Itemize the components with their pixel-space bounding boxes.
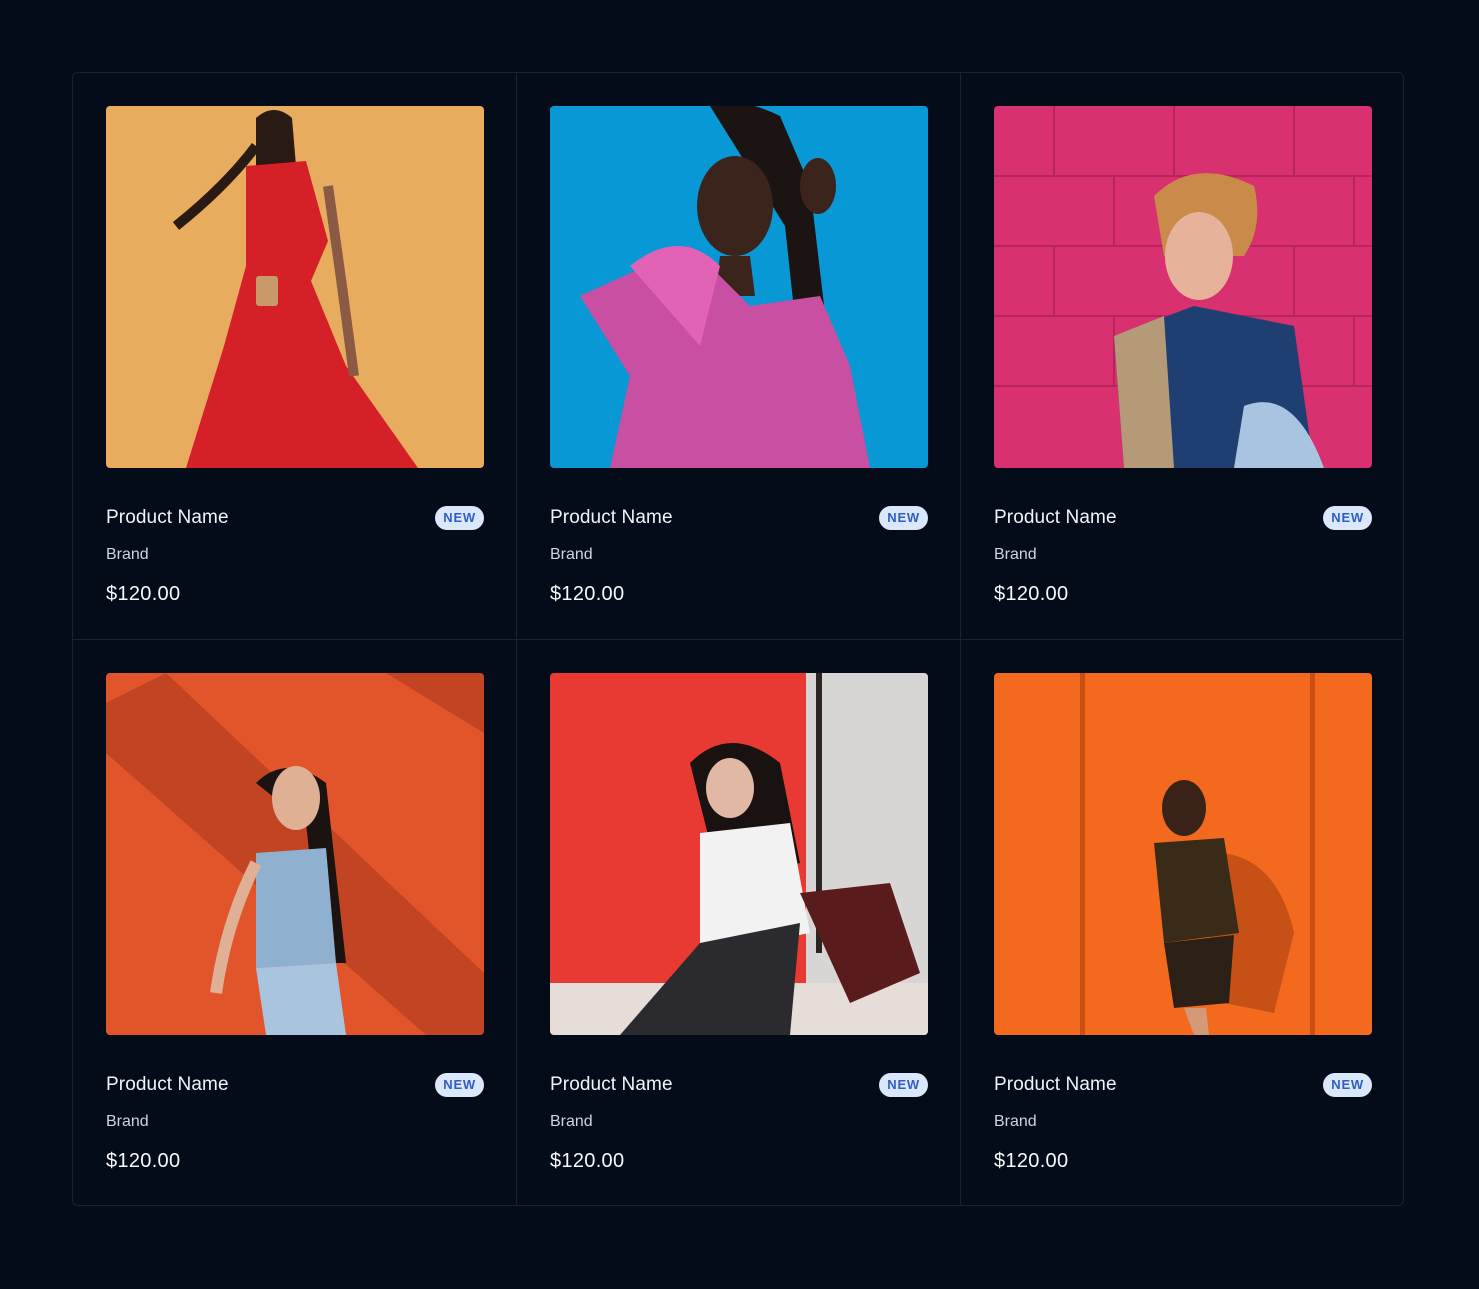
product-brand: Brand xyxy=(106,1113,149,1130)
product-name[interactable]: Product Name xyxy=(106,1074,229,1096)
new-badge: NEW xyxy=(879,506,928,530)
product-image[interactable] xyxy=(550,673,928,1035)
product-brand: Brand xyxy=(994,1113,1037,1130)
product-name[interactable]: Product Name xyxy=(994,507,1117,529)
new-badge: NEW xyxy=(435,1073,484,1097)
product-name[interactable]: Product Name xyxy=(106,507,229,529)
title-row: Product Name NEW xyxy=(550,1070,928,1100)
model-denim-on-orange-wall xyxy=(106,673,484,1035)
model-pink-blouse-on-blue xyxy=(550,106,928,468)
product-card[interactable]: Product Name NEW Brand $120.00 xyxy=(517,640,961,1205)
title-row: Product Name NEW xyxy=(106,1070,484,1100)
product-card[interactable]: Product Name NEW Brand $120.00 xyxy=(517,73,961,640)
product-name[interactable]: Product Name xyxy=(550,1074,673,1096)
product-image[interactable] xyxy=(550,106,928,468)
product-card[interactable]: Product Name NEW Brand $120.00 xyxy=(73,73,517,640)
new-badge: NEW xyxy=(1323,1073,1372,1097)
product-grid: Product Name NEW Brand $120.00 Product N… xyxy=(72,72,1404,1206)
new-badge: NEW xyxy=(879,1073,928,1097)
title-row: Product Name NEW xyxy=(106,503,484,533)
model-jacket-on-pink-wall xyxy=(994,106,1372,468)
product-brand: Brand xyxy=(550,1113,593,1130)
title-row: Product Name NEW xyxy=(994,503,1372,533)
product-price: $120.00 xyxy=(550,1150,625,1172)
product-name[interactable]: Product Name xyxy=(994,1074,1117,1096)
product-price: $120.00 xyxy=(550,583,625,605)
product-name[interactable]: Product Name xyxy=(550,507,673,529)
product-card[interactable]: Product Name NEW Brand $120.00 xyxy=(961,73,1403,640)
model-dark-outfit-on-orange-wall xyxy=(994,673,1372,1035)
title-row: Product Name NEW xyxy=(550,503,928,533)
product-price: $120.00 xyxy=(994,583,1069,605)
product-price: $120.00 xyxy=(994,1150,1069,1172)
product-image[interactable] xyxy=(106,106,484,468)
product-brand: Brand xyxy=(106,546,149,563)
product-price: $120.00 xyxy=(106,1150,181,1172)
product-card[interactable]: Product Name NEW Brand $120.00 xyxy=(961,640,1403,1205)
product-price: $120.00 xyxy=(106,583,181,605)
title-row: Product Name NEW xyxy=(994,1070,1372,1100)
product-brand: Brand xyxy=(994,546,1037,563)
model-red-dress-on-yellow xyxy=(106,106,484,468)
product-image[interactable] xyxy=(994,106,1372,468)
model-white-shirt-on-red-backdrop xyxy=(550,673,928,1035)
product-image[interactable] xyxy=(106,673,484,1035)
product-card[interactable]: Product Name NEW Brand $120.00 xyxy=(73,640,517,1205)
new-badge: NEW xyxy=(435,506,484,530)
new-badge: NEW xyxy=(1323,506,1372,530)
product-brand: Brand xyxy=(550,546,593,563)
product-image[interactable] xyxy=(994,673,1372,1035)
